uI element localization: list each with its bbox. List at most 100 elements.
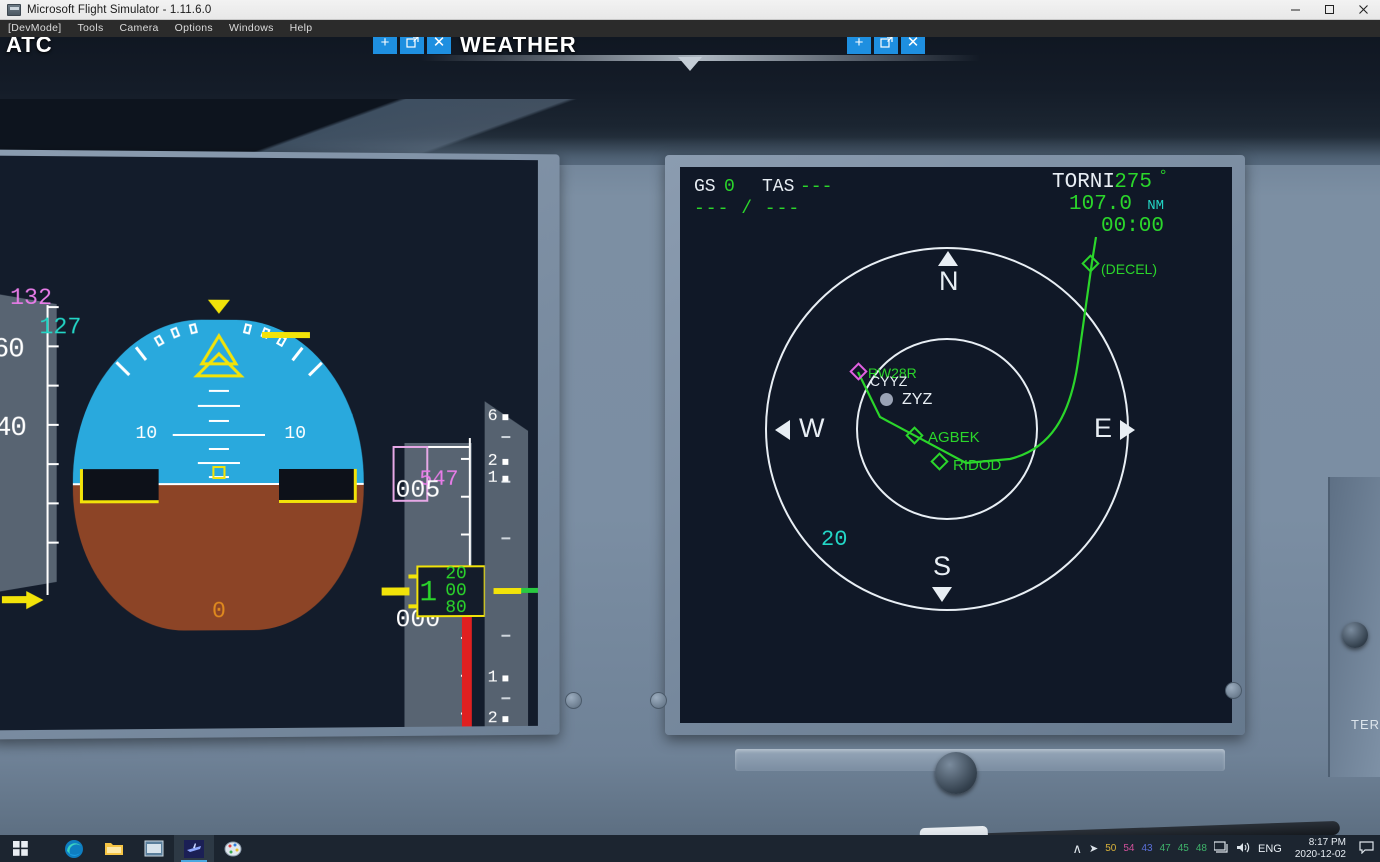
atc-panel-controls: + ✕ xyxy=(373,37,451,54)
pitch-bar xyxy=(197,404,240,407)
altitude-rolling-digits: 20 00 80 xyxy=(441,563,471,619)
vsi-dash xyxy=(501,634,511,637)
tray-stat-value: 45 xyxy=(1177,843,1189,854)
pitch-label-left: 10 xyxy=(135,423,158,444)
altitude-tick xyxy=(460,457,471,460)
primary-flight-display[interactable]: 60 040 132 127 10 10 0 547 005 000 1 20 … xyxy=(0,155,538,731)
control-yoke-grip[interactable] xyxy=(919,825,989,835)
app-window-icon[interactable] xyxy=(134,835,174,862)
menu-item-camera[interactable]: Camera xyxy=(112,20,167,37)
flight-simulator-icon[interactable] xyxy=(174,835,214,862)
notification-icon[interactable] xyxy=(1359,840,1374,857)
menu-item-windows[interactable]: Windows xyxy=(221,20,282,37)
volume-icon[interactable] xyxy=(1236,841,1251,857)
aircraft-symbol-center xyxy=(212,466,226,480)
atc-close-button[interactable]: ✕ xyxy=(427,37,451,54)
weather-panel-controls: + ✕ xyxy=(847,37,925,54)
clock-date: 2020-12-02 xyxy=(1294,848,1346,860)
nd-range-value: 20 xyxy=(821,527,848,552)
vsi-dot xyxy=(502,458,509,465)
altitude-trend-bar xyxy=(461,617,472,727)
weather-add-button[interactable]: + xyxy=(847,37,871,54)
menu-item-options[interactable]: Options xyxy=(167,20,221,37)
tray-stat-value: 54 xyxy=(1123,843,1135,854)
pitch-bar xyxy=(208,448,229,451)
atc-popout-button[interactable] xyxy=(400,37,424,54)
maximize-button[interactable] xyxy=(1312,0,1346,20)
flight-director-bar xyxy=(261,331,310,339)
attitude-indicator-wrapper: 10 10 0 xyxy=(72,297,364,639)
vsi-dot xyxy=(502,475,509,482)
edge-browser-icon[interactable] xyxy=(54,835,94,862)
vsi-dot xyxy=(502,675,509,682)
atc-panel[interactable]: ATC xyxy=(6,37,53,58)
atc-add-button[interactable]: + xyxy=(373,37,397,54)
vsi-dash xyxy=(501,436,511,439)
paint-app-icon[interactable] xyxy=(214,835,254,862)
pitch-bar-10up xyxy=(172,433,265,436)
vsi-dash xyxy=(501,537,511,540)
show-hidden-icons-button[interactable]: ∧ xyxy=(1073,841,1083,857)
window-controls xyxy=(1278,0,1380,20)
altitude-tick xyxy=(460,533,471,536)
clock-time: 8:17 PM xyxy=(1308,836,1346,848)
speed-bug-icon xyxy=(26,590,44,610)
airspeed-label-60: 60 xyxy=(0,335,24,366)
airspeed-tick xyxy=(46,502,59,505)
pitch-label-right: 10 xyxy=(284,424,306,445)
airspeed-tick xyxy=(46,384,59,387)
aircraft-symbol-right xyxy=(278,468,357,503)
menu-bar: [DevMode] Tools Camera Options Windows H… xyxy=(0,20,1380,37)
start-button[interactable] xyxy=(0,835,40,862)
altitude-label-005: 005 xyxy=(395,475,441,505)
menu-item-tools[interactable]: Tools xyxy=(69,20,111,37)
menu-item-help[interactable]: Help xyxy=(282,20,321,37)
ground-speed-zero-value: 0 xyxy=(211,598,226,625)
airport-label-cyyz: CYYZ xyxy=(870,373,908,389)
vertical-speed-target-needle xyxy=(493,587,522,595)
navigation-display-bezel: GS 0 TAS --- --- / --- TORNI 275 ° 107.0… xyxy=(665,155,1245,735)
waypoint-label-ridod: RIDOD xyxy=(953,457,1002,474)
close-button[interactable] xyxy=(1346,0,1380,20)
flight-director-symbol xyxy=(192,332,245,378)
cursor-tray-icon[interactable]: ➤ xyxy=(1089,842,1098,855)
system-tray: ∧ ➤ 50 54 43 47 45 48 ENG 8:17 PM 2020-1… xyxy=(1073,837,1380,861)
flight-sim-icon xyxy=(7,3,21,16)
panel-screw xyxy=(1225,682,1242,699)
network-icon[interactable] xyxy=(1213,840,1229,857)
aircraft-position-dot xyxy=(880,393,893,406)
weather-popout-button[interactable] xyxy=(874,37,898,54)
altitude-digit-lower: 80 xyxy=(445,597,467,618)
menu-item-devmode[interactable]: [DevMode] xyxy=(0,20,69,37)
pedestal-knob[interactable] xyxy=(935,752,977,794)
tray-stat-value: 48 xyxy=(1195,843,1207,854)
file-explorer-icon[interactable] xyxy=(94,835,134,862)
taskbar-clock[interactable]: 8:17 PM 2020-12-02 xyxy=(1289,837,1352,861)
vsi-label-1-up: 1 xyxy=(487,468,498,488)
vsi-label-2-down: 2 xyxy=(487,709,498,729)
windows-taskbar: ∧ ➤ 50 54 43 47 45 48 ENG 8:17 PM 2020-1… xyxy=(0,835,1380,862)
altitude-tape-bottom-line xyxy=(407,728,469,731)
aircraft-symbol-left xyxy=(79,469,159,504)
vsi-dash xyxy=(501,697,511,700)
altitude-pointer-left xyxy=(381,587,410,596)
atc-panel-title: ATC xyxy=(6,37,53,57)
language-indicator[interactable]: ENG xyxy=(1258,843,1282,855)
minimize-button[interactable] xyxy=(1278,0,1312,20)
navaid-label-zyz: ZYZ xyxy=(902,391,933,408)
weather-close-button[interactable]: ✕ xyxy=(901,37,925,54)
waypoint-label-agbek: AGBEK xyxy=(928,429,980,446)
window-title: Microsoft Flight Simulator - 1.11.6.0 xyxy=(27,3,212,16)
weather-panel[interactable]: WEATHER xyxy=(460,37,577,58)
vsi-dot xyxy=(502,716,509,723)
managed-speed-value: 132 xyxy=(10,284,53,312)
airspeed-tick xyxy=(46,541,59,544)
panel-screw xyxy=(650,692,667,709)
pitch-bar xyxy=(208,389,229,392)
toolbar-expand-handle[interactable] xyxy=(678,57,702,71)
side-panel-knob[interactable] xyxy=(1342,622,1368,648)
bank-pointer-icon xyxy=(207,299,230,314)
panel-screw xyxy=(565,692,582,709)
tray-stat-value: 50 xyxy=(1105,843,1117,854)
navigation-display[interactable]: GS 0 TAS --- --- / --- TORNI 275 ° 107.0… xyxy=(680,167,1232,723)
